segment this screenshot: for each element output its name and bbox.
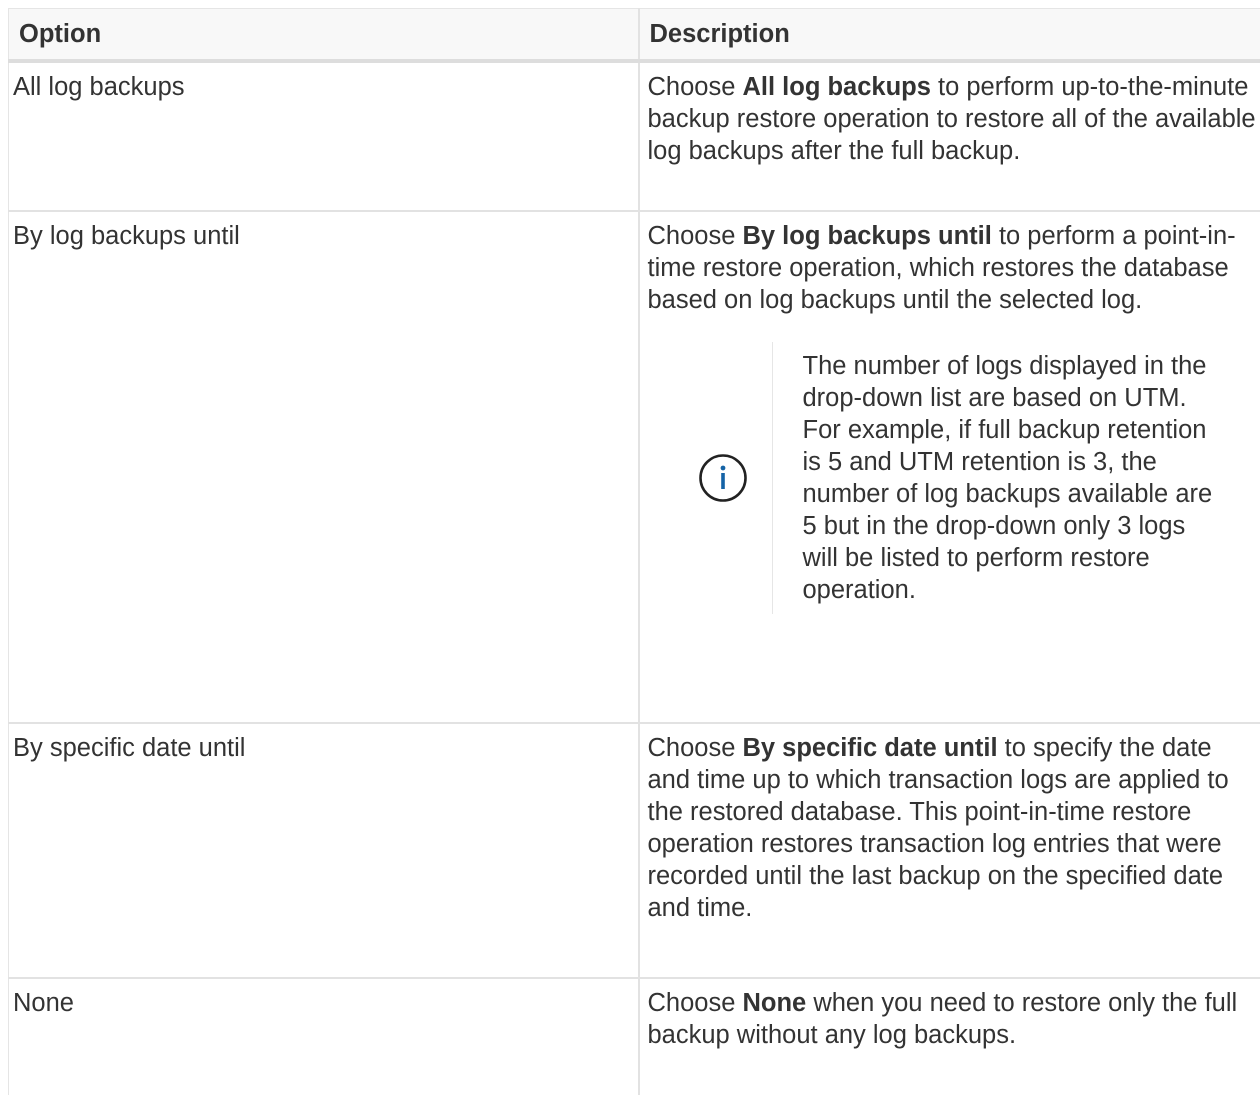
description-cell: Choose None when you need to restore onl…: [637, 977, 1260, 1095]
options-table: Option Description All log backups Choos…: [8, 8, 1260, 1095]
description-text: Choose By specific date until to specify…: [648, 732, 1260, 924]
header-description: Description: [637, 8, 1260, 63]
description-prefix: Choose: [647, 734, 743, 762]
description-option-name: By specific date until: [742, 734, 998, 762]
description-prefix: Choose: [647, 73, 743, 101]
option-cell: By log backups until: [8, 210, 640, 724]
note-icon-container: [674, 342, 772, 614]
option-cell: All log backups: [8, 60, 640, 212]
description-option-name: All log backups: [742, 73, 931, 101]
note-block: The number of logs displayed in the drop…: [674, 342, 1260, 614]
option-cell: By specific date until: [8, 722, 640, 979]
description-cell: Choose By log backups until to perform a…: [637, 210, 1260, 724]
table-row: By log backups until Choose By log backu…: [8, 210, 1260, 724]
description-text: Choose All log backups to perform up-to-…: [648, 71, 1260, 167]
description-prefix: Choose: [647, 989, 743, 1017]
info-icon: [697, 452, 749, 504]
description-cell: Choose All log backups to perform up-to-…: [637, 60, 1260, 212]
table-row: All log backups Choose All log backups t…: [8, 60, 1260, 212]
description-text: Choose By log backups until to perform a…: [648, 220, 1260, 316]
table-row: By specific date until Choose By specifi…: [8, 722, 1260, 979]
description-suffix: to specify the date and time up to which…: [647, 734, 1229, 922]
header-option: Option: [8, 8, 640, 63]
description-cell: Choose By specific date until to specify…: [637, 722, 1260, 979]
option-cell: None: [8, 977, 640, 1095]
description-option-name: By log backups until: [742, 222, 992, 250]
note-text: The number of logs displayed in the drop…: [771, 342, 1223, 614]
description-text: Choose None when you need to restore onl…: [648, 987, 1260, 1051]
table-header-row: Option Description: [8, 8, 1260, 63]
description-prefix: Choose: [647, 222, 743, 250]
description-option-name: None: [742, 989, 807, 1017]
table-row: None Choose None when you need to restor…: [8, 977, 1260, 1095]
